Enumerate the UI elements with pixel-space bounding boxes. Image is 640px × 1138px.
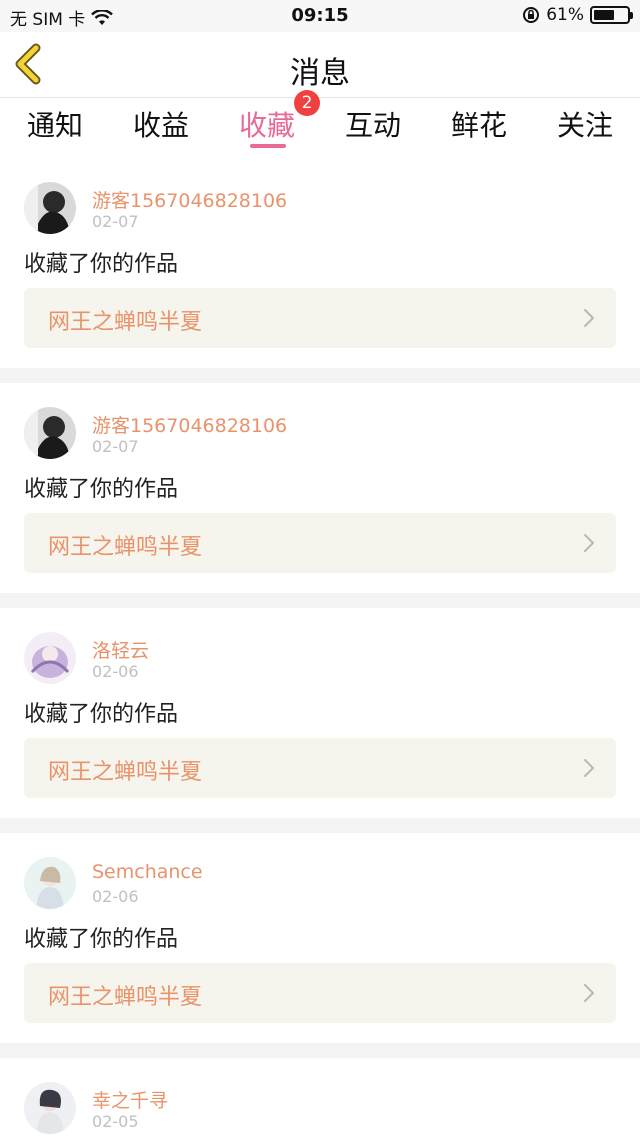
avatar[interactable] [24,632,76,684]
username[interactable]: 洛轻云 [92,636,149,663]
tab-flowers[interactable]: 鲜花 [439,104,519,144]
work-link[interactable]: 网王之蝉鸣半夏 [24,288,616,348]
orientation-lock-icon [523,7,540,23]
chevron-right-icon [584,759,594,777]
tab-notifications[interactable]: 通知 [15,104,95,144]
work-link[interactable]: 网王之蝉鸣半夏 [24,513,616,573]
message-card[interactable]: 游客1567046828106 02-07 收藏了你的作品 网王之蝉鸣半夏 [0,383,640,593]
battery-level [594,10,614,20]
message-date: 02-07 [92,212,139,231]
chevron-right-icon [584,534,594,552]
message-date: 02-06 [92,662,139,681]
avatar[interactable] [24,1082,76,1134]
tab-follows[interactable]: 关注 [545,104,625,144]
username[interactable]: 幸之千寻 [92,1086,168,1113]
message-card[interactable]: 幸之千寻 02-05 [0,1058,640,1138]
work-link[interactable]: 网王之蝉鸣半夏 [24,963,616,1023]
active-tab-indicator [250,144,286,148]
chevron-right-icon [584,309,594,327]
tab-favorites[interactable]: 收藏 [227,104,307,144]
message-card[interactable]: Semchance 02-06 收藏了你的作品 网王之蝉鸣半夏 [0,833,640,1043]
message-card[interactable]: 洛轻云 02-06 收藏了你的作品 网王之蝉鸣半夏 [0,608,640,818]
avatar[interactable] [24,407,76,459]
message-date: 02-05 [92,1112,139,1131]
action-text: 收藏了你的作品 [24,252,179,277]
username[interactable]: Semchance [92,861,203,883]
action-text: 收藏了你的作品 [24,702,179,727]
tab-bar: 通知 收益 收藏 互动 鲜花 关注 [0,98,640,158]
avatar[interactable] [24,857,76,909]
battery-icon [590,6,633,24]
work-title: 网王之蝉鸣半夏 [48,760,203,785]
work-title: 网王之蝉鸣半夏 [48,985,203,1010]
work-link[interactable]: 网王之蝉鸣半夏 [24,738,616,798]
username[interactable]: 游客1567046828106 [92,411,287,438]
status-bar: 无 SIM 卡 09:15 61% [0,0,640,32]
message-date: 02-06 [92,887,139,906]
work-title: 网王之蝉鸣半夏 [48,310,203,335]
tab-earnings[interactable]: 收益 [121,104,201,144]
battery-percent: 61% [546,5,584,25]
work-title: 网王之蝉鸣半夏 [48,535,203,560]
message-card[interactable]: 游客1567046828106 02-07 收藏了你的作品 网王之蝉鸣半夏 [0,158,640,368]
action-text: 收藏了你的作品 [24,477,179,502]
page-title: 消息 [290,56,350,91]
avatar[interactable] [24,182,76,234]
tab-interactions[interactable]: 互动 [333,104,413,144]
action-text: 收藏了你的作品 [24,927,179,952]
status-right: 61% [522,5,633,25]
tab-favorites-badge: 2 [294,90,320,116]
chevron-right-icon [584,984,594,1002]
username[interactable]: 游客1567046828106 [92,186,287,213]
nav-bar: 消息 [0,32,640,98]
message-date: 02-07 [92,437,139,456]
